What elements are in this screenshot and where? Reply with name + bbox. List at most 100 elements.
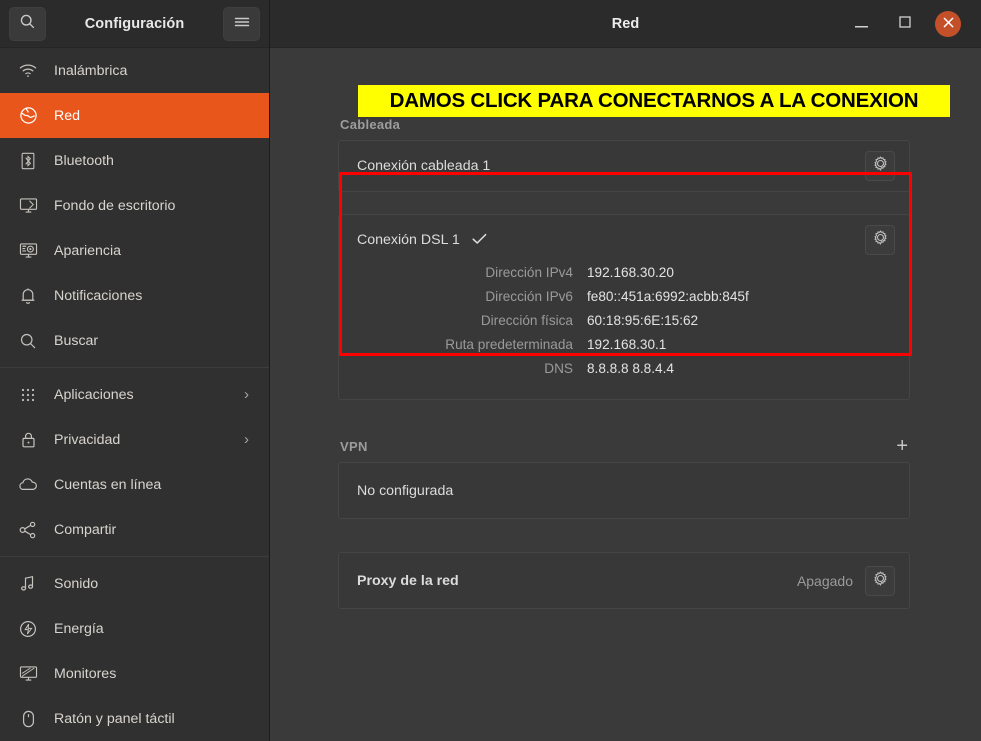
proxy-label: Proxy de la red [357,573,459,589]
vpn-empty-label: No configurada [357,483,453,499]
sidebar-item-monitores[interactable]: Monitores [0,651,269,696]
connection-row[interactable]: Conexión cableada 1 [339,141,909,191]
section-title: VPN [340,439,368,454]
detail-label: Dirección IPv6 [357,289,587,304]
sidebar-item-label: Apariencia [54,243,255,259]
proxy-row[interactable]: Proxy de la red Apagado [339,553,909,608]
sidebar-header: Configuración [0,0,269,48]
detail-row: Ruta predeterminada 192.168.30.1 [357,337,895,361]
connection-name: Conexión cableada 1 [357,158,490,174]
connection-name: Conexión DSL 1 [357,232,460,248]
power-icon [16,620,40,638]
sidebar-item-label: Bluetooth [54,153,255,169]
connection-settings-button[interactable] [865,151,895,181]
dsl-connection-card[interactable]: Conexión DSL 1 [338,214,910,400]
close-icon [943,15,954,33]
detail-value: 192.168.30.20 [587,265,674,280]
network-icon [16,106,40,125]
sidebar-item-label: Privacidad [54,432,244,448]
appearance-icon [16,242,40,259]
sidebar-item-label: Buscar [54,333,255,349]
annotation-banner: DAMOS CLICK PARA CONECTARNOS A LA CONEXI… [358,85,950,117]
sidebar-item-buscar[interactable]: Buscar [0,318,269,363]
chevron-right-icon: › [244,387,249,402]
sidebar-item-cuentas-en-linea[interactable]: Cuentas en línea [0,462,269,507]
vpn-card[interactable]: No configurada [338,462,910,519]
sidebar-item-label: Aplicaciones [54,387,244,403]
sidebar-item-label: Notificaciones [54,288,255,304]
section-title: Cableada [340,117,400,132]
detail-label: Dirección IPv4 [357,265,587,280]
share-icon [16,521,40,539]
wired-section: Cableada Conexión cableada 1 [338,106,910,400]
minimize-icon [855,15,868,33]
detail-value: fe80::451a:6992:acbb:845f [587,289,749,304]
chevron-right-icon: › [244,432,249,447]
sidebar-item-apariencia[interactable]: Apariencia [0,228,269,273]
proxy-status: Apagado [797,573,853,589]
detail-label: DNS [357,361,587,376]
bluetooth-icon [16,152,40,170]
sidebar-item-fondo-de-escritorio[interactable]: Fondo de escritorio [0,183,269,228]
close-button[interactable] [935,11,961,37]
wallpaper-icon [16,197,40,214]
annotation-banner-text: DAMOS CLICK PARA CONECTARNOS A LA CONEXI… [390,89,919,113]
connection-settings-button[interactable] [865,225,895,255]
vpn-section: VPN + No configurada [338,428,910,519]
wired-connection-card[interactable]: Conexión cableada 1 [338,140,910,192]
sidebar-item-notificaciones[interactable]: Notificaciones [0,273,269,318]
music-note-icon [16,575,40,592]
sidebar-divider [0,367,269,368]
sidebar-item-raton-y-panel-tactil[interactable]: Ratón y panel táctil [0,696,269,741]
maximize-icon [899,15,911,33]
sidebar-item-label: Inalámbrica [54,63,255,79]
sidebar-item-privacidad[interactable]: Privacidad › [0,417,269,462]
plus-icon[interactable]: + [896,438,908,454]
settings-content: Cableada Conexión cableada 1 [270,48,981,741]
detail-row: Dirección IPv6 fe80::451a:6992:acbb:845f [357,289,895,313]
sidebar-item-compartir[interactable]: Compartir [0,507,269,552]
proxy-card[interactable]: Proxy de la red Apagado [338,552,910,609]
detail-value: 60:18:95:6E:15:62 [587,313,698,328]
sidebar-item-energia[interactable]: Energía [0,606,269,651]
sidebar-item-label: Compartir [54,522,255,538]
settings-window: Configuración [0,0,981,741]
sidebar-item-label: Fondo de escritorio [54,198,255,214]
mouse-icon [16,710,40,728]
main-menu-button[interactable] [223,7,260,41]
detail-row: Dirección IPv4 192.168.30.20 [357,265,895,289]
sidebar: Configuración [0,0,270,741]
display-icon [16,665,40,682]
sidebar-item-bluetooth[interactable]: Bluetooth [0,138,269,183]
search-button[interactable] [9,7,46,41]
maximize-button[interactable] [891,10,919,38]
row-actions: Apagado [797,566,895,596]
window-controls [847,10,973,38]
vpn-empty-row: No configurada [339,463,909,518]
sidebar-item-list: Inalámbrica Red [0,48,269,741]
detail-value: 192.168.30.1 [587,337,666,352]
sidebar-item-label: Sonido [54,576,255,592]
cloud-icon [16,478,40,492]
sidebar-item-red[interactable]: Red [0,93,269,138]
sidebar-item-aplicaciones[interactable]: Aplicaciones › [0,372,269,417]
detail-row: Dirección física 60:18:95:6E:15:62 [357,313,895,337]
connection-row[interactable]: Conexión DSL 1 [339,215,909,265]
row-actions [865,225,895,255]
proxy-section: Proxy de la red Apagado [338,552,910,609]
titlebar: Red [270,0,981,48]
detail-value: 8.8.8.8 8.8.4.4 [587,361,674,376]
vpn-section-header: VPN + [338,428,910,454]
sidebar-item-label: Cuentas en línea [54,477,255,493]
search-icon [16,332,40,350]
connection-details: Dirección IPv4 192.168.30.20 Dirección I… [339,265,909,399]
detail-label: Dirección física [357,313,587,328]
sidebar-item-label: Red [54,108,255,124]
hamburger-menu-icon [234,15,250,33]
sidebar-item-inalambrica[interactable]: Inalámbrica [0,48,269,93]
sidebar-divider [0,556,269,557]
minimize-button[interactable] [847,10,875,38]
sidebar-item-sonido[interactable]: Sonido [0,561,269,606]
sidebar-item-label: Ratón y panel táctil [54,711,255,727]
proxy-settings-button[interactable] [865,566,895,596]
